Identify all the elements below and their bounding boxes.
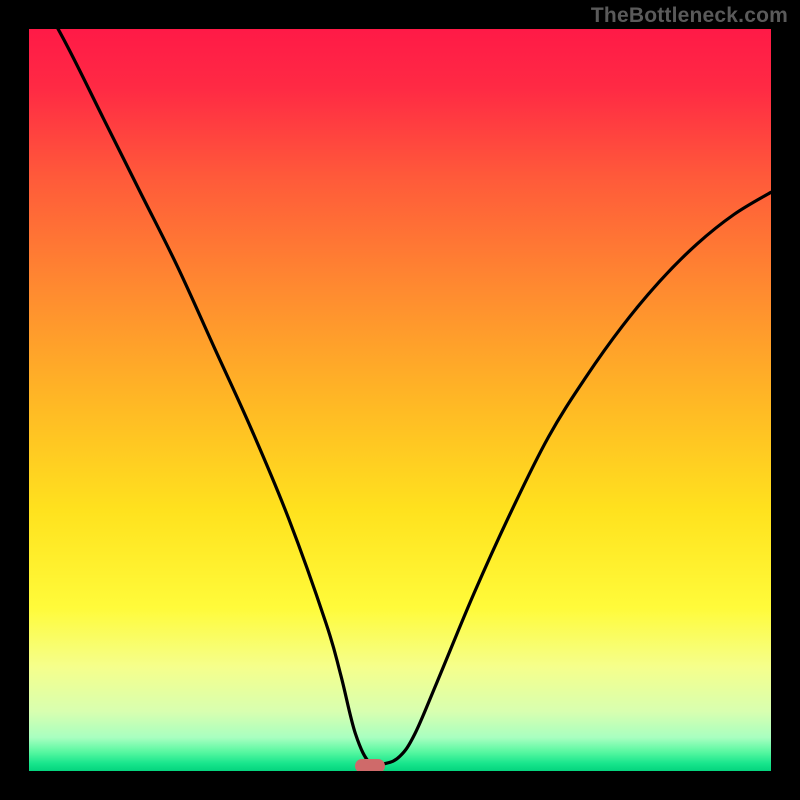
chart-frame: TheBottleneck.com [0,0,800,800]
watermark-label: TheBottleneck.com [591,4,788,28]
bottleneck-curve [29,29,771,771]
plot-area [29,29,771,771]
optimal-marker [355,759,385,771]
